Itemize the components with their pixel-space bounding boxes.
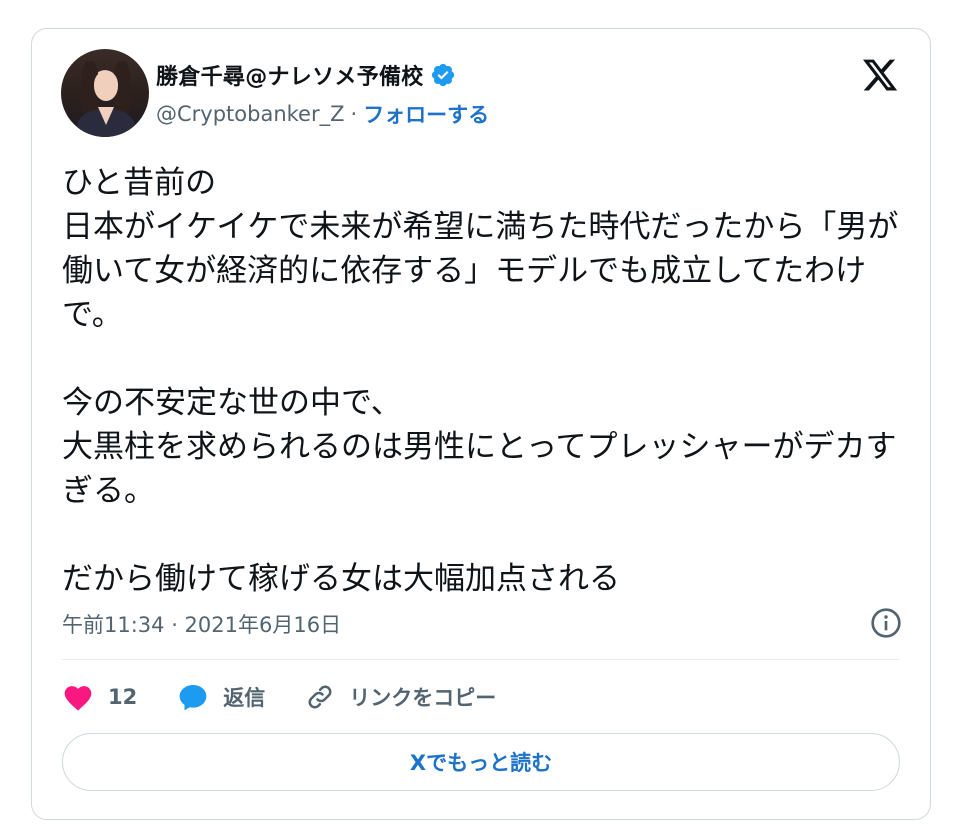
- link-icon: [308, 685, 332, 709]
- info-icon[interactable]: [870, 607, 902, 639]
- like-count: 12: [108, 685, 138, 709]
- tweet-paragraph-1: ひと昔前の 日本がイケイケで未来が希望に満ちた時代だったから「男が働いて女が経済…: [62, 165, 899, 333]
- author-handle[interactable]: @Cryptobanker_Z: [156, 102, 345, 126]
- heart-icon: [64, 686, 92, 711]
- tweet-timestamp[interactable]: 午前11:34 · 2021年6月16日: [62, 609, 341, 639]
- x-logo-icon[interactable]: [860, 56, 900, 94]
- avatar[interactable]: [61, 49, 149, 137]
- like-button[interactable]: 12: [62, 682, 137, 712]
- copy-link-button[interactable]: リンクをコピー: [305, 682, 496, 712]
- author-name-row: 勝倉千尋@ナレソメ予備校: [156, 59, 456, 91]
- reply-button[interactable]: 返信: [177, 682, 265, 712]
- verified-badge-icon: [431, 63, 454, 87]
- action-bar: 12 返信 リンクをコピー: [62, 677, 536, 717]
- divider: [62, 659, 900, 660]
- author-display-name[interactable]: 勝倉千尋@ナレソメ予備校: [156, 59, 424, 91]
- author-handle-row: @Cryptobanker_Z · フォローする: [156, 99, 489, 129]
- follow-button[interactable]: フォローする: [363, 99, 489, 129]
- handle-separator: ·: [350, 102, 358, 126]
- tweet-paragraph-2: 今の不安定な世の中で、 大黒柱を求められるのは男性にとってプレッシャーがデカすぎ…: [62, 385, 897, 509]
- tweet-paragraph-3: だから働けて稼げる女は大幅加点される: [62, 561, 620, 597]
- reply-label: 返信: [223, 686, 266, 710]
- tweet-card: 勝倉千尋@ナレソメ予備校 @Cryptobanker_Z · フォローする ひと…: [31, 28, 931, 820]
- copy-link-label: リンクをコピー: [349, 686, 497, 710]
- tweet-body: ひと昔前の 日本がイケイケで未来が希望に満ちた時代だったから「男が働いて女が経済…: [62, 161, 912, 601]
- reply-bubble-icon: [179, 685, 207, 711]
- read-more-on-x-button[interactable]: Xでもっと読む: [62, 733, 900, 791]
